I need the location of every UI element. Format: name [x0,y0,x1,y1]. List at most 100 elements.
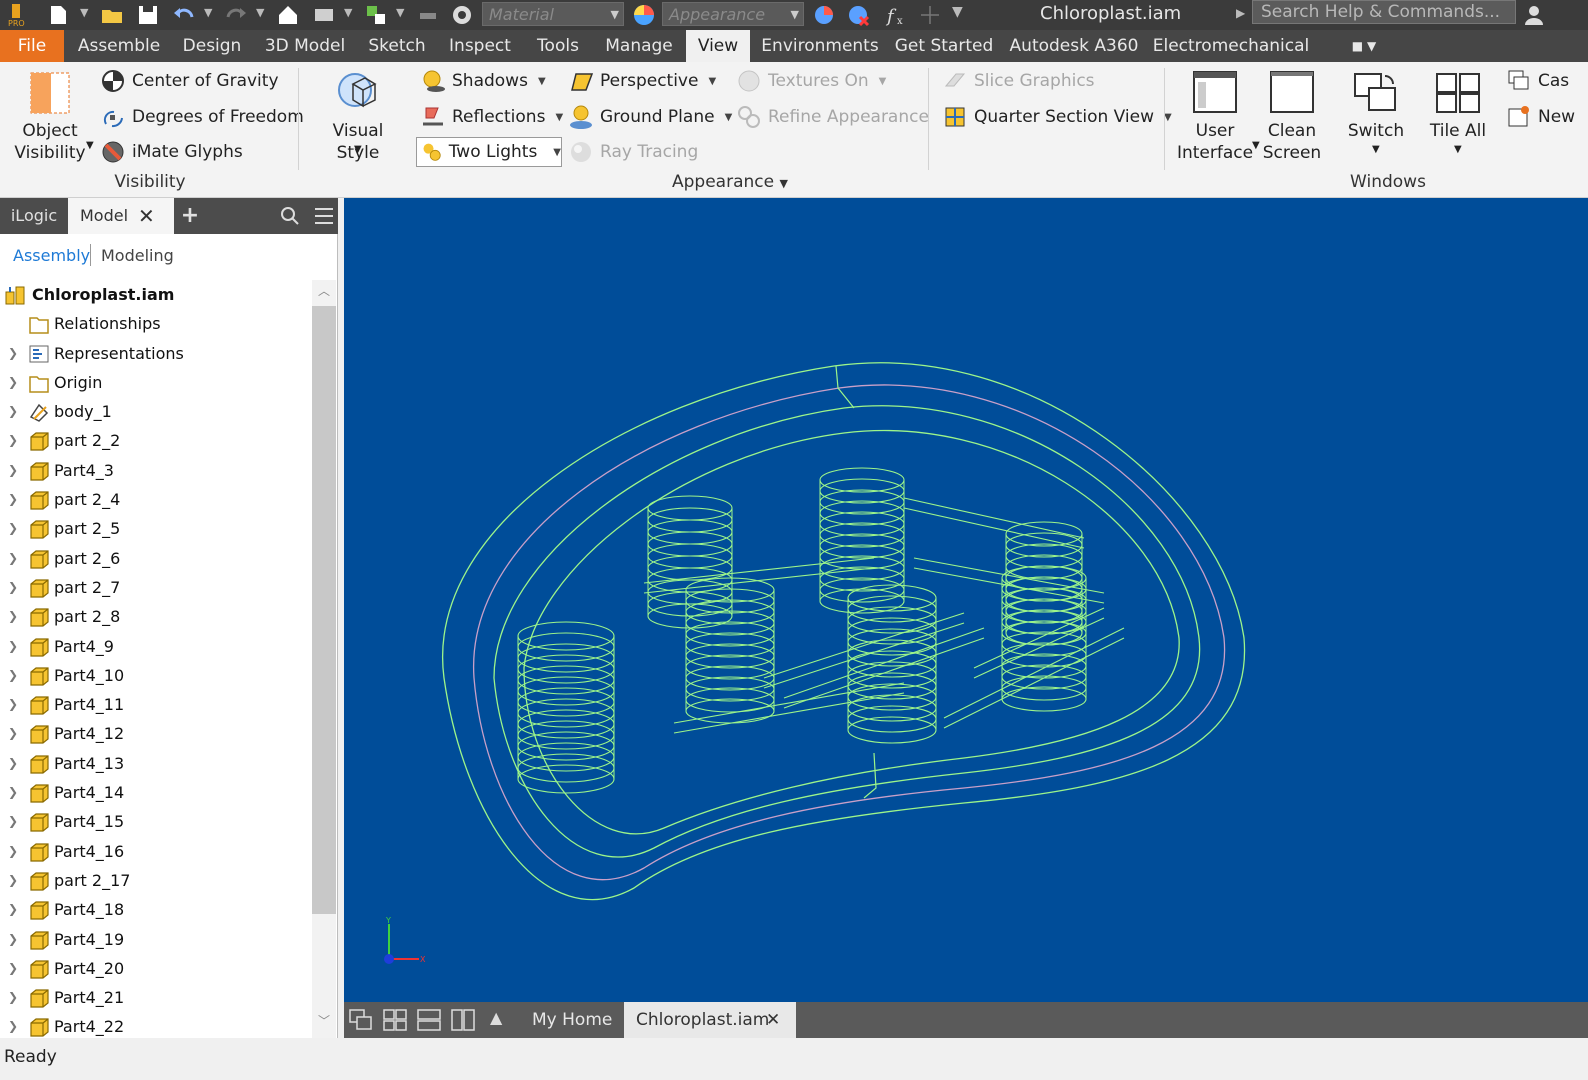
perspective-button[interactable]: Perspective ▼ [568,66,716,96]
search-arrow-icon[interactable]: ▶ [1236,6,1245,20]
tab-ilogic[interactable]: iLogic [0,198,68,234]
tab-environments[interactable]: Environments [758,30,882,62]
tab-tools[interactable]: Tools [528,30,588,62]
undo-icon[interactable] [172,3,196,27]
tab-model[interactable]: Model ✕ [68,198,174,234]
tree-item[interactable]: ❯ Part4_22 [0,1012,312,1038]
shadows-button[interactable]: Shadows ▼ [420,66,546,96]
tree-item[interactable]: ❯ Part4_11 [0,690,312,719]
tab-autodesk-a360[interactable]: Autodesk A360 [1008,30,1140,62]
chloroplast-wireframe-model[interactable] [344,198,1588,1002]
expand-chevron-icon[interactable]: ❯ [8,397,18,426]
expand-chevron-icon[interactable]: ❯ [8,807,18,836]
expand-chevron-icon[interactable]: ❯ [8,368,18,397]
expand-chevron-icon[interactable]: ❯ [8,339,18,368]
tree-item[interactable]: ❯ body_1 [0,397,312,426]
tab-design[interactable]: Design [176,30,248,62]
new-dropdown-icon[interactable]: ▼ [80,6,88,19]
new-window-button[interactable]: New [1506,102,1575,132]
chevron-down-icon[interactable]: ▼ [708,76,716,87]
expand-chevron-icon[interactable]: ❯ [8,661,18,690]
sub-tab-assembly[interactable]: Assembly [13,246,90,265]
clean-screen-button[interactable]: Clean Screen [1256,70,1328,164]
expand-chevron-icon[interactable]: ❯ [8,983,18,1012]
scroll-up-icon[interactable]: ︿ [318,282,330,299]
tree-item[interactable]: ❯ part 2_2 [0,426,312,455]
cascade-button[interactable]: Cas [1506,66,1569,96]
tree-item[interactable]: ❯ part 2_5 [0,514,312,543]
tile-horizontal-icon[interactable] [416,1008,442,1032]
tree-item[interactable]: ❯ Part4_9 [0,632,312,661]
reflections-button[interactable]: Reflections ▼ [420,102,563,132]
search-help-input[interactable]: Search Help & Commands... [1252,0,1516,24]
update-dropdown-icon[interactable]: ▼ [344,6,352,19]
expand-chevron-icon[interactable]: ❯ [8,866,18,895]
tree-item[interactable]: ❯ part 2_7 [0,573,312,602]
tab-assemble[interactable]: Assemble [72,30,166,62]
adjust-appearance-icon[interactable] [812,3,836,27]
select-icon[interactable] [364,3,388,27]
tab-overflow-icon[interactable]: ▲ [490,1008,502,1027]
tree-item[interactable]: ❯ Part4_20 [0,954,312,983]
user-interface-button[interactable]: User Interface [1176,70,1254,164]
add-tab-icon[interactable]: + [176,198,204,234]
tree-item[interactable]: Relationships [0,309,312,338]
tile-all-dropdown-icon[interactable]: ▼ [1454,144,1462,155]
tile-vertical-icon[interactable] [450,1008,476,1032]
expand-chevron-icon[interactable]: ❯ [8,895,18,924]
cascade-windows-icon[interactable] [348,1008,374,1032]
sub-tab-modeling[interactable]: Modeling [101,246,174,265]
crosshair-icon[interactable] [918,3,942,27]
expand-chevron-icon[interactable]: ❯ [8,1012,18,1038]
expand-chevron-icon[interactable]: ❯ [8,925,18,954]
expand-chevron-icon[interactable]: ❯ [8,573,18,602]
scroll-thumb[interactable] [312,306,336,914]
close-icon[interactable]: ✕ [138,198,155,234]
tree-item[interactable]: ❯ Part4_12 [0,719,312,748]
doc-tab-my-home[interactable]: My Home [520,1002,624,1038]
tree-item[interactable]: ❯ Origin [0,368,312,397]
center-of-gravity-button[interactable]: Center of Gravity [100,66,279,96]
measure-icon[interactable] [416,3,440,27]
save-icon[interactable] [136,3,160,27]
chevron-down-icon[interactable]: ▼ [538,76,546,87]
search-icon[interactable] [280,206,300,226]
clear-appearance-icon[interactable] [846,3,870,27]
tree-item[interactable]: ❯ part 2_4 [0,485,312,514]
tab-electromechanical[interactable]: Electromechanical [1150,30,1312,62]
tree-item[interactable]: ❯ Representations [0,339,312,368]
visual-style-dropdown-icon[interactable]: ▼ [354,144,362,155]
tree-item[interactable]: ❯ Part4_16 [0,837,312,866]
tree-scrollbar[interactable]: ︿ ﹀ [312,280,336,1038]
expand-chevron-icon[interactable]: ❯ [8,749,18,778]
tree-item[interactable]: ❯ Part4_13 [0,749,312,778]
textures-on-button[interactable]: Textures On ▼ [736,66,886,96]
degrees-of-freedom-button[interactable]: Degrees of Freedom [100,102,304,132]
ray-tracing-button[interactable]: Ray Tracing [568,137,698,167]
sign-in-icon[interactable] [1522,3,1546,27]
lighting-style-dropdown[interactable]: Two Lights ▼ [416,137,562,167]
object-visibility-dropdown-icon[interactable]: ▼ [86,140,94,151]
expand-chevron-icon[interactable]: ❯ [8,544,18,573]
refine-appearance-button[interactable]: Refine Appearance [736,102,929,132]
imate-glyphs-button[interactable]: iMate Glyphs [100,137,243,167]
tree-item[interactable]: ❯ part 2_8 [0,602,312,631]
doc-tab-chloroplast[interactable]: Chloroplast.iam ✕ [624,1002,796,1038]
object-visibility-button[interactable]: Object Visibility [10,70,90,164]
expand-chevron-icon[interactable]: ❯ [8,426,18,455]
tab-file[interactable]: File [0,30,64,62]
inventor-logo-icon[interactable]: PRO [4,3,28,27]
expand-chevron-icon[interactable]: ❯ [8,719,18,748]
tile-all-button[interactable]: Tile All [1422,70,1494,142]
new-file-icon[interactable] [46,3,70,27]
switch-button[interactable]: Switch [1340,70,1412,142]
graphics-viewport[interactable]: Y X [344,198,1588,1002]
close-icon[interactable]: ✕ [766,1002,780,1038]
tab-manage[interactable]: Manage [598,30,680,62]
settings-icon[interactable] [450,3,474,27]
tree-item[interactable]: ❯ Part4_10 [0,661,312,690]
tree-item[interactable]: ❯ Part4_14 [0,778,312,807]
menu-icon[interactable] [314,207,334,225]
expand-chevron-icon[interactable]: ❯ [8,485,18,514]
ribbon-options-icon[interactable]: ■ ▼ [1342,30,1386,62]
